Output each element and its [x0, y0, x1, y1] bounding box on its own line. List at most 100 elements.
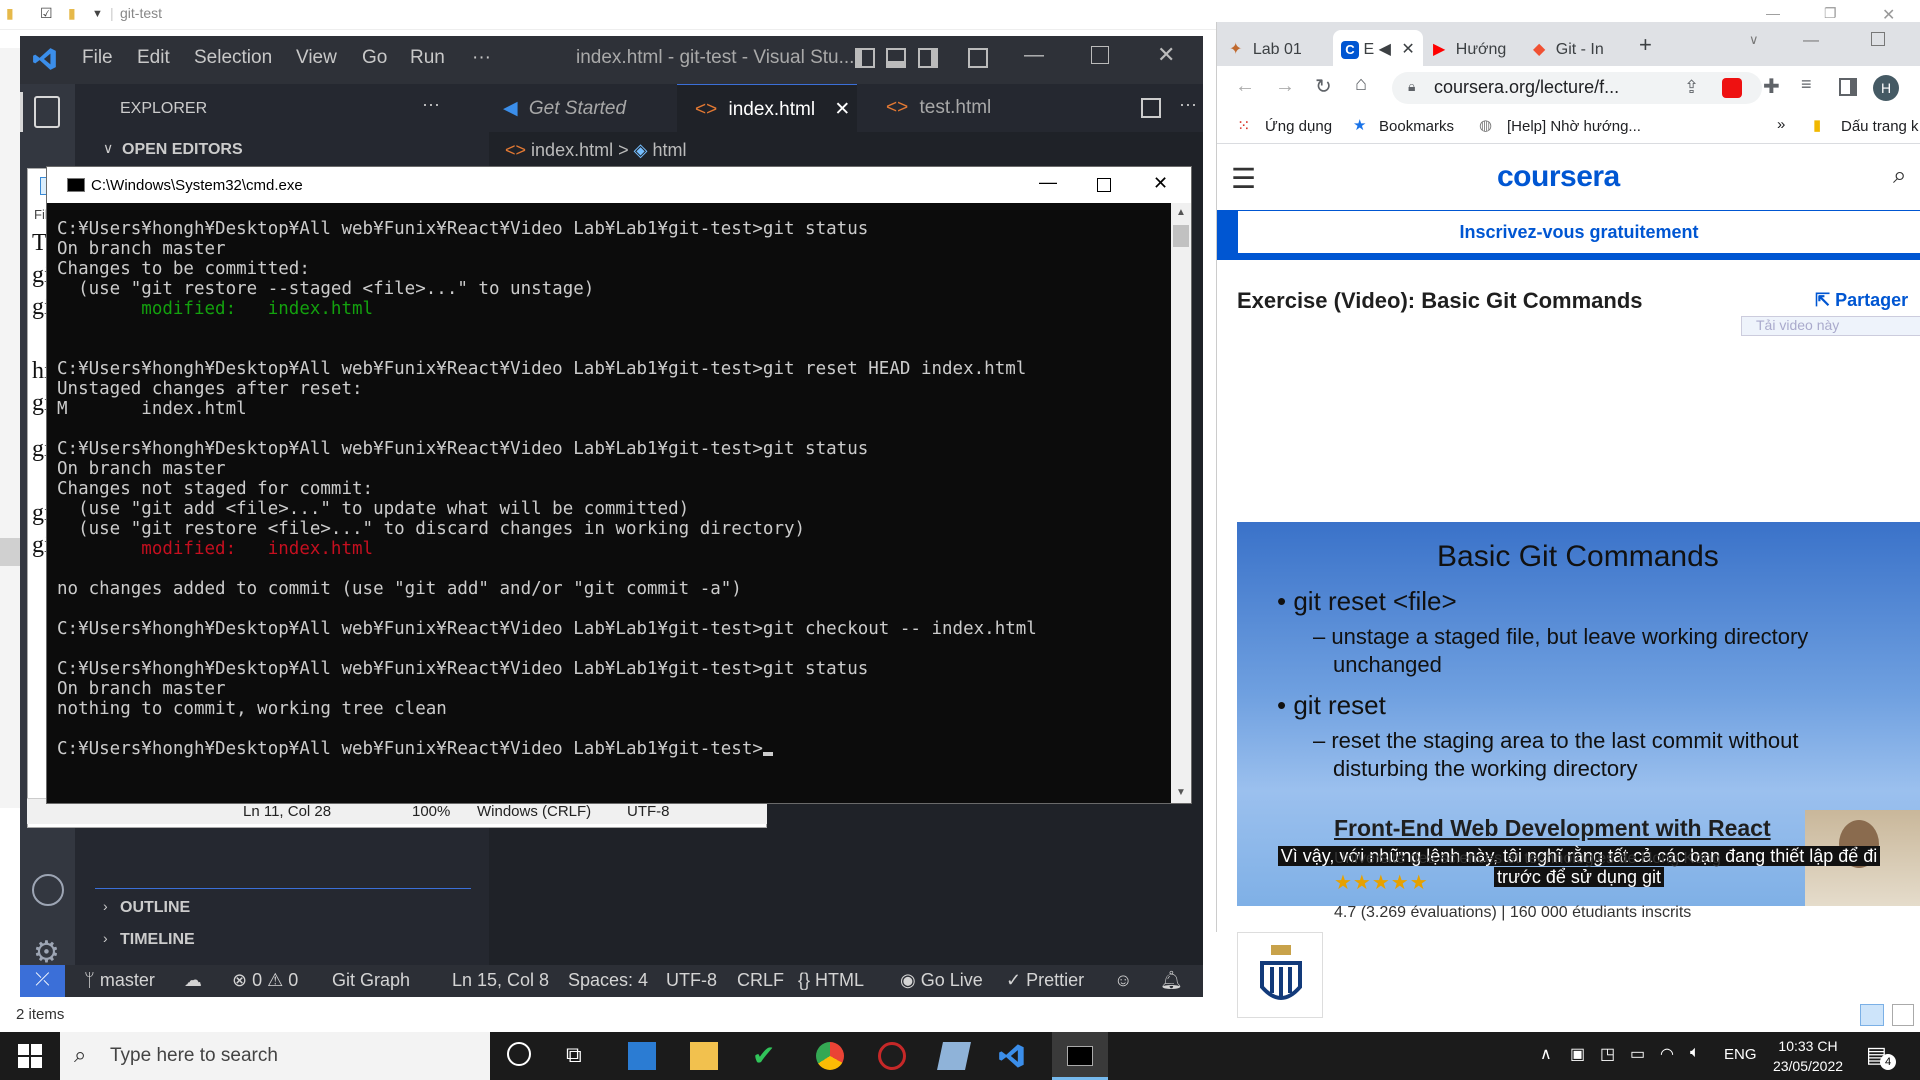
lock-icon[interactable]: 🔒︎	[1408, 78, 1415, 95]
language-mode[interactable]: {} HTML	[798, 970, 864, 991]
vscode-icon[interactable]	[998, 1042, 1026, 1070]
encoding[interactable]: UTF-8	[666, 970, 717, 991]
maximize-button[interactable]	[1097, 178, 1111, 192]
gear-icon[interactable]: ⚙	[33, 938, 60, 968]
timeline-section[interactable]: TIMELINE	[120, 931, 195, 949]
new-folder-icon[interactable]: ▮	[68, 5, 76, 22]
app-icon[interactable]	[878, 1042, 906, 1070]
bookmark-bookmarks[interactable]: Bookmarks	[1379, 118, 1454, 135]
close-button[interactable]: ✕	[1153, 173, 1168, 194]
open-editors-section[interactable]: OPEN EDITORS	[122, 141, 243, 159]
menu-more[interactable]: ···	[472, 47, 491, 69]
cortana-icon[interactable]	[507, 1042, 531, 1066]
chevron-right-icon[interactable]: ›	[103, 898, 108, 914]
minimize-button[interactable]: —	[1766, 5, 1780, 21]
more-actions-button[interactable]: ···	[422, 94, 440, 115]
scrollbar-thumb[interactable]	[1173, 225, 1189, 247]
mute-icon[interactable]: ◀︎	[1379, 41, 1391, 58]
download-video-button[interactable]: Tải video này	[1741, 316, 1920, 336]
file-explorer-icon[interactable]	[690, 1042, 718, 1070]
home-icon[interactable]: ⌂	[1355, 73, 1367, 96]
customize-layout-icon[interactable]	[968, 48, 988, 68]
prettier-button[interactable]: ✓ Prettier	[1006, 970, 1084, 991]
language-indicator[interactable]: ENG	[1724, 1046, 1757, 1063]
line-ending[interactable]: CRLF	[737, 970, 784, 991]
restore-button[interactable]: ❐	[1824, 5, 1837, 22]
sync-icon[interactable]: ☁	[184, 970, 202, 991]
back-icon[interactable]: ←	[1235, 75, 1255, 98]
menu-view[interactable]: View	[296, 47, 337, 69]
app-tray-icon[interactable]: ◳	[1600, 1044, 1615, 1064]
reload-icon[interactable]: ↻	[1315, 74, 1332, 99]
accounts-icon[interactable]	[32, 874, 64, 906]
more-actions-button[interactable]: ···	[1179, 94, 1197, 115]
minimize-button[interactable]: —	[1039, 172, 1057, 193]
large-icons-view-icon[interactable]	[1892, 1004, 1914, 1026]
tab-git[interactable]: ◆ Git - In	[1533, 30, 1629, 66]
chevron-down-icon[interactable]: ∨	[103, 140, 113, 157]
properties-icon[interactable]: ☑	[40, 5, 53, 22]
go-live-button[interactable]: ◉ Go Live	[900, 970, 983, 991]
extension-icon[interactable]	[1722, 78, 1742, 98]
microsoft-store-icon[interactable]	[628, 1042, 656, 1070]
cmd-output[interactable]: C:¥Users¥hongh¥Desktop¥All web¥Funix¥Rea…	[47, 203, 1171, 803]
address-bar[interactable]: 🔒︎ coursera.org/lecture/f... ⇪ ☆	[1392, 72, 1762, 104]
split-editor-icon[interactable]	[1141, 98, 1161, 118]
forward-icon[interactable]: →	[1275, 75, 1295, 98]
tab-search-icon[interactable]: ∨	[1749, 32, 1759, 48]
minimize-button[interactable]: —	[1803, 32, 1819, 50]
problems-indicator[interactable]: ⊗ 0 ⚠ 0	[232, 970, 298, 991]
share-icon[interactable]: ⇪	[1684, 77, 1699, 98]
branch-indicator[interactable]: ᛘ master	[84, 970, 155, 991]
tab-lab01[interactable]: ✦ Lab 01	[1229, 30, 1327, 66]
indentation[interactable]: Spaces: 4	[568, 970, 648, 991]
coursera-logo[interactable]: coursera	[1497, 160, 1620, 194]
cursor-position[interactable]: Ln 15, Col 8	[452, 970, 549, 991]
close-icon[interactable]: ✕	[1401, 41, 1414, 58]
explorer-icon[interactable]	[34, 96, 60, 128]
chevron-up-icon[interactable]: ∧	[1540, 1044, 1552, 1064]
wifi-icon[interactable]: ◠	[1660, 1044, 1674, 1064]
course-title-link[interactable]: Front-End Web Development with React	[1334, 815, 1771, 842]
chrome-icon[interactable]	[816, 1042, 844, 1070]
volume-icon[interactable]: 🔈︎	[1690, 1044, 1700, 1062]
menu-edit[interactable]: Edit	[137, 47, 170, 69]
scroll-up-icon[interactable]: ▲	[1176, 207, 1186, 218]
signup-button[interactable]: Inscrivez-vous gratuitement	[1237, 210, 1920, 254]
bookmarks-overflow[interactable]: »	[1777, 116, 1785, 133]
minimize-button[interactable]: —	[1024, 44, 1044, 67]
maximize-button[interactable]	[1871, 32, 1885, 46]
media-control-icon[interactable]: ≡	[1801, 74, 1812, 95]
side-panel-icon[interactable]	[1839, 78, 1857, 96]
scrollbar[interactable]: ▲ ▼	[1171, 203, 1191, 803]
cmd-taskbar-button[interactable]	[1052, 1032, 1108, 1080]
tab-huong[interactable]: ▶ Hướng	[1433, 30, 1529, 66]
git-graph-button[interactable]: Git Graph	[332, 970, 410, 991]
puzzle-icon[interactable]: ✚	[1763, 74, 1780, 99]
scroll-down-icon[interactable]: ▼	[1176, 787, 1186, 798]
checkmark-app-icon[interactable]: ✔	[752, 1042, 780, 1070]
toggle-panel-icon[interactable]	[886, 48, 906, 68]
tab-coursera[interactable]: C E ◀︎ ✕	[1333, 30, 1423, 66]
app-icon[interactable]	[937, 1042, 971, 1070]
tab-get-started[interactable]: ◀ Get Started	[489, 84, 664, 132]
windows-start-icon[interactable]	[18, 1044, 42, 1068]
device-icon[interactable]: ▣	[1570, 1044, 1585, 1064]
bell-icon[interactable]: 🔔︎	[1160, 970, 1183, 991]
close-button[interactable]: ✕	[1157, 42, 1175, 68]
new-tab-button[interactable]: +	[1639, 32, 1652, 58]
remote-icon[interactable]: ⤫	[20, 965, 65, 997]
apps-icon[interactable]: ⁙	[1237, 116, 1250, 136]
menu-file[interactable]: File	[82, 47, 113, 69]
battery-icon[interactable]: ▭	[1630, 1044, 1645, 1064]
profile-avatar[interactable]: H	[1873, 75, 1899, 101]
taskbar-search[interactable]: ⌕ Type here to search	[60, 1032, 490, 1080]
bookmark-apps[interactable]: Ứng dụng	[1265, 118, 1332, 135]
hamburger-menu-icon[interactable]: ☰	[1231, 165, 1256, 193]
tab-index-html[interactable]: <> index.html ✕	[677, 84, 857, 132]
feedback-icon[interactable]: ☺	[1114, 970, 1132, 991]
menu-go[interactable]: Go	[362, 47, 387, 69]
menu-selection[interactable]: Selection	[194, 47, 272, 69]
chevron-right-icon[interactable]: ›	[103, 930, 108, 946]
toggle-sidebar-icon[interactable]	[855, 48, 875, 68]
